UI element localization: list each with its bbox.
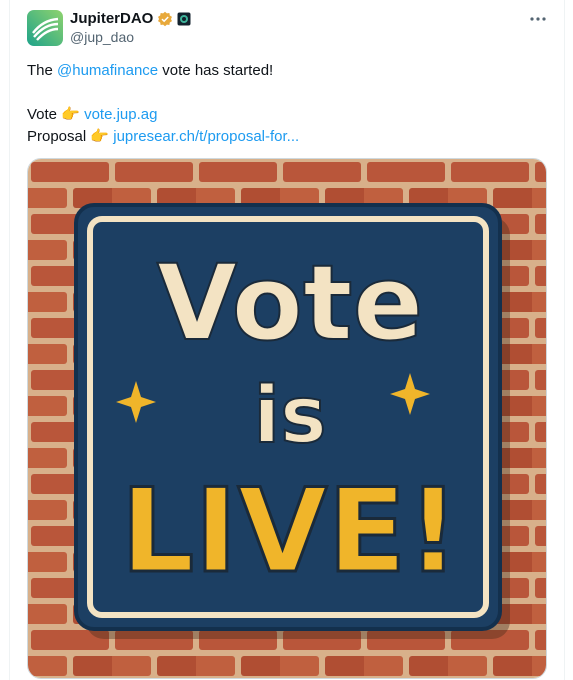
- tweet-line-1: The @humafinance vote has started!: [27, 60, 547, 82]
- tweet-image[interactable]: Vote is LIVE!: [27, 158, 547, 679]
- jupiter-affiliate-badge-icon[interactable]: [177, 12, 191, 26]
- mention-link[interactable]: @humafinance: [57, 62, 158, 79]
- jupiter-logo-icon: [27, 10, 63, 46]
- pointing-hand-icon: 👉: [90, 128, 110, 145]
- tweet-text: The @humafinance vote has started! Vote …: [27, 60, 547, 148]
- sign-word-is: is: [253, 371, 326, 461]
- more-dots-icon: [530, 17, 546, 21]
- text-segment: vote has started!: [158, 62, 274, 79]
- tweet-line-proposal: Proposal 👉 jupresear.ch/t/proposal-for..…: [27, 126, 547, 148]
- tweet-card[interactable]: JupiterDAO @jup_dao The @humafinance vot…: [9, 0, 565, 680]
- text-segment: The: [27, 62, 58, 79]
- tweet-line-vote: Vote 👉 vote.jup.ag: [27, 104, 547, 126]
- more-options-button[interactable]: [526, 10, 550, 28]
- author-name[interactable]: JupiterDAO: [70, 10, 153, 28]
- vote-is-live-sign-image: Vote is LIVE!: [28, 159, 546, 678]
- avatar[interactable]: [27, 10, 63, 46]
- pointing-hand-icon: 👉: [61, 106, 80, 123]
- sign-word-live: LIVE!: [121, 464, 460, 599]
- proposal-link[interactable]: jupresear.ch/t/proposal-for...: [113, 128, 299, 145]
- verified-badge-icon: [158, 11, 173, 27]
- vote-link[interactable]: vote.jup.ag: [84, 106, 157, 123]
- sign-word-vote: Vote: [157, 242, 424, 364]
- author-name-row[interactable]: JupiterDAO: [70, 10, 191, 28]
- author-handle[interactable]: @jup_dao: [70, 29, 134, 45]
- vote-label: Vote: [27, 106, 62, 123]
- proposal-label: Proposal: [27, 128, 91, 145]
